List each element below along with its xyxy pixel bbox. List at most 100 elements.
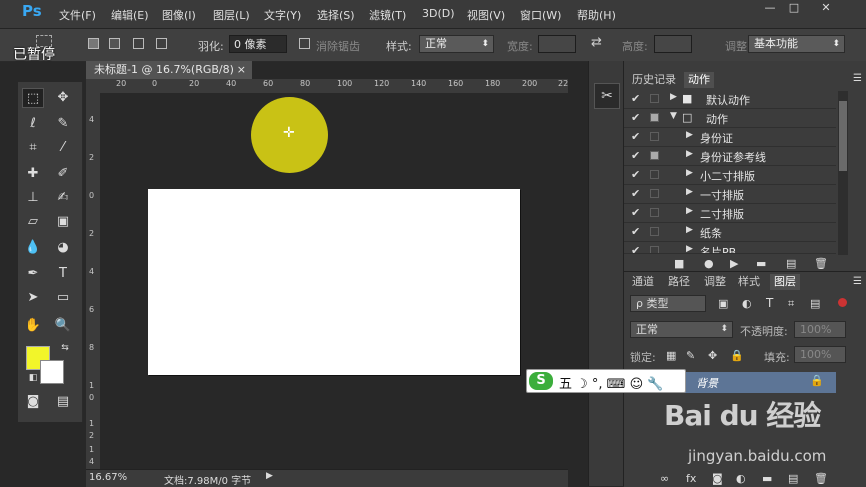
- new-selection-icon[interactable]: [88, 38, 99, 49]
- check-icon[interactable]: ✔: [631, 130, 640, 143]
- clone-stamp-tool-icon[interactable]: ⊥: [22, 188, 44, 208]
- blur-tool-icon[interactable]: 💧: [22, 238, 44, 258]
- check-icon[interactable]: ✔: [631, 225, 640, 238]
- action-row[interactable]: ✔ ▶ 二寸排版: [624, 204, 836, 223]
- check-icon[interactable]: ✔: [631, 244, 640, 253]
- menu-edit[interactable]: 编辑(E): [111, 7, 149, 23]
- width-input[interactable]: [538, 35, 576, 53]
- adjustment-layer-icon[interactable]: ◐: [736, 472, 746, 485]
- check-icon[interactable]: ✔: [631, 111, 640, 124]
- menu-file[interactable]: 文件(F): [59, 7, 96, 23]
- feather-input[interactable]: 0 像素: [229, 35, 287, 53]
- dialog-toggle[interactable]: [650, 246, 659, 253]
- action-row[interactable]: ✔ ▶ 小二寸排版: [624, 166, 836, 185]
- add-selection-icon[interactable]: [109, 38, 120, 49]
- expand-arrow-icon[interactable]: ▶: [686, 130, 693, 140]
- record-icon[interactable]: ●: [704, 257, 714, 270]
- scrollbar-thumb[interactable]: [839, 101, 847, 171]
- action-row[interactable]: ✔ ▶ 纸条: [624, 223, 836, 242]
- intersect-selection-icon[interactable]: [156, 38, 167, 49]
- swap-dimensions-icon[interactable]: ⇄: [591, 35, 602, 50]
- check-icon[interactable]: ✔: [631, 149, 640, 162]
- action-row[interactable]: ✔ ▶ 身份证参考线: [624, 147, 836, 166]
- tab-channels[interactable]: 通道: [628, 274, 658, 290]
- input-method-toolbar[interactable]: S 五 ☽ °, ⌨ ☺ 🔧: [526, 369, 686, 393]
- document-tab[interactable]: 未标题-1 @ 16.7%(RGB/8) ×: [86, 61, 252, 79]
- lock-pixels-icon[interactable]: ✎: [686, 349, 695, 362]
- fill-input[interactable]: 100%: [794, 346, 846, 363]
- sogou-logo-icon[interactable]: S: [529, 372, 553, 390]
- check-icon[interactable]: ✔: [631, 187, 640, 200]
- close-document-icon[interactable]: ×: [237, 61, 246, 79]
- tab-paths[interactable]: 路径: [664, 274, 694, 290]
- dialog-toggle[interactable]: [650, 189, 659, 198]
- actions-scrollbar[interactable]: [838, 91, 848, 255]
- menu-help[interactable]: 帮助(H): [577, 7, 616, 23]
- menu-view[interactable]: 视图(V): [467, 7, 505, 23]
- brush-tool-icon[interactable]: ✐: [52, 164, 74, 184]
- layer-mask-icon[interactable]: ◙: [712, 472, 723, 485]
- tab-styles[interactable]: 样式: [734, 274, 764, 290]
- action-row[interactable]: ✔ ▶ 一寸排版: [624, 185, 836, 204]
- eyedropper-tool-icon[interactable]: ⁄: [52, 138, 74, 158]
- status-menu-arrow-icon[interactable]: ▶: [266, 471, 273, 481]
- gradient-tool-icon[interactable]: ▣: [52, 212, 74, 232]
- check-icon[interactable]: ✔: [631, 206, 640, 219]
- action-row[interactable]: ✔ ▶ ■ 默认动作: [624, 90, 836, 109]
- antialias-checkbox[interactable]: [299, 38, 310, 49]
- crop-tool-icon[interactable]: ⌗: [22, 138, 44, 158]
- filter-adjustment-icon[interactable]: ◐: [742, 297, 752, 310]
- layer-name[interactable]: 背景: [696, 375, 718, 391]
- menu-3d[interactable]: 3D(D): [422, 7, 455, 20]
- filter-smart-object-icon[interactable]: ▤: [810, 297, 820, 310]
- dialog-toggle[interactable]: [650, 151, 659, 160]
- delete-icon[interactable]: 🗑: [814, 257, 828, 270]
- filter-pixel-icon[interactable]: ▣: [718, 297, 728, 310]
- panel-menu-icon[interactable]: ☰: [853, 276, 862, 287]
- filter-toggle-icon[interactable]: [838, 298, 847, 307]
- document-canvas[interactable]: [148, 189, 520, 375]
- quick-selection-tool-icon[interactable]: ✎: [52, 114, 74, 134]
- tool-presets-icon[interactable]: ✂: [594, 83, 620, 109]
- panel-menu-icon[interactable]: ☰: [853, 73, 862, 84]
- lock-all-icon[interactable]: 🔒: [730, 349, 744, 362]
- pen-tool-icon[interactable]: ✒: [22, 264, 44, 284]
- tab-adjustments[interactable]: 调整: [700, 274, 730, 290]
- action-row[interactable]: ✔ ▼ □ 动作: [624, 109, 836, 128]
- minimize-button[interactable]: —: [760, 1, 780, 15]
- stop-icon[interactable]: ■: [674, 257, 684, 270]
- dialog-toggle[interactable]: [650, 227, 659, 236]
- layer-style-icon[interactable]: fx: [686, 472, 696, 485]
- refine-edge-label[interactable]: 调整: [725, 38, 747, 54]
- layer-filter-dropdown[interactable]: ρ 类型: [630, 295, 706, 312]
- menu-layer[interactable]: 图层(L): [213, 7, 250, 23]
- tab-layers[interactable]: 图层: [770, 274, 800, 290]
- collapse-arrow-icon[interactable]: ▼: [670, 111, 677, 121]
- expand-arrow-icon[interactable]: ▶: [686, 168, 693, 178]
- check-icon[interactable]: ✔: [631, 92, 640, 105]
- expand-arrow-icon[interactable]: ▶: [686, 225, 693, 235]
- hand-tool-icon[interactable]: ✋: [22, 316, 44, 336]
- zoom-level[interactable]: 16.67%: [89, 472, 127, 483]
- move-tool-icon[interactable]: ✥: [52, 88, 74, 108]
- subtract-selection-icon[interactable]: [133, 38, 144, 49]
- style-dropdown[interactable]: 正常 ⬍: [419, 35, 494, 53]
- menu-filter[interactable]: 滤镜(T): [369, 7, 406, 23]
- rectangle-shape-tool-icon[interactable]: ▭: [52, 288, 74, 308]
- dialog-toggle[interactable]: [650, 208, 659, 217]
- tab-history[interactable]: 历史记录: [628, 72, 680, 88]
- menu-window[interactable]: 窗口(W): [520, 7, 561, 23]
- zoom-tool-icon[interactable]: 🔍: [52, 316, 74, 336]
- height-input[interactable]: [654, 35, 692, 53]
- blend-mode-dropdown[interactable]: 正常 ⬍: [630, 321, 733, 338]
- menu-image[interactable]: 图像(I): [162, 7, 196, 23]
- eraser-tool-icon[interactable]: ▱: [22, 212, 44, 232]
- expand-arrow-icon[interactable]: ▶: [670, 92, 677, 102]
- menu-select[interactable]: 选择(S): [317, 7, 355, 23]
- action-row[interactable]: ✔ ▶ 名片PB: [624, 242, 836, 254]
- rectangular-marquee-tool-icon[interactable]: ⬚: [22, 88, 44, 108]
- delete-layer-icon[interactable]: 🗑: [814, 472, 828, 485]
- close-button[interactable]: ✕: [814, 1, 838, 15]
- lock-position-icon[interactable]: ✥: [708, 349, 717, 362]
- check-icon[interactable]: ✔: [631, 168, 640, 181]
